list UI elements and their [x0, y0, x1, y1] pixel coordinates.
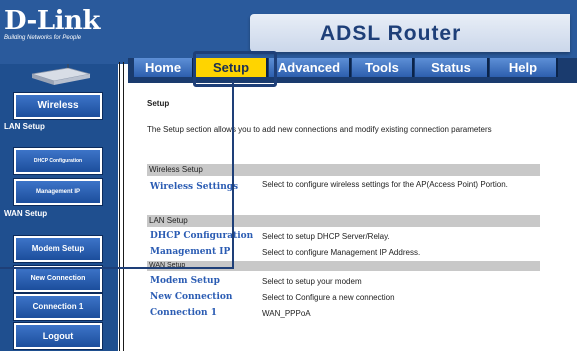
sidebar-divider — [119, 62, 120, 351]
page-title: Setup — [147, 99, 170, 108]
dlink-logo: D-Link Building Networks for People — [4, 8, 124, 48]
callout-line-horizontal — [0, 267, 234, 269]
desc-wireless-settings: Select to configure wireless settings fo… — [262, 180, 508, 189]
callout-line-vertical — [232, 81, 234, 269]
link-wireless-settings[interactable]: Wireless Settings — [150, 182, 238, 192]
sidebar-dhcp-button[interactable]: DHCP Configuration — [14, 148, 102, 174]
section-wan-setup: WAN Setup — [147, 261, 540, 271]
section-wireless-setup: Wireless Setup — [147, 164, 540, 176]
tab-home[interactable]: Home — [134, 58, 194, 77]
sidebar-management-ip-button[interactable]: Management IP — [14, 179, 102, 205]
sidebar-new-connection-button[interactable]: New Connection — [14, 266, 102, 292]
sidebar-divider-2 — [123, 62, 124, 351]
desc-management-ip: Select to configure Management IP Addres… — [262, 248, 421, 257]
link-management-ip[interactable]: Management IP — [150, 247, 230, 257]
main-content: Setup The Setup section allows you to ad… — [128, 83, 577, 351]
title-bar: ADSL Router — [250, 14, 570, 52]
sidebar-modem-setup-button[interactable]: Modem Setup — [14, 236, 102, 262]
link-dhcp-configuration[interactable]: DHCP Configuration — [150, 231, 253, 241]
sidebar: Wireless LAN Setup DHCP Configuration Ma… — [0, 64, 118, 351]
desc-dhcp-configuration: Select to setup DHCP Server/Relay. — [262, 232, 390, 241]
sidebar-lan-setup-label: LAN Setup — [4, 122, 45, 131]
tab-status[interactable]: Status — [415, 58, 489, 77]
logo-text: D-Link — [4, 6, 100, 36]
header: D-Link Building Networks for People ADSL… — [0, 0, 577, 58]
setup-tab-highlight — [193, 51, 277, 87]
sidebar-logout-button[interactable]: Logout — [14, 323, 102, 349]
desc-new-connection: Select to Configure a new connection — [262, 293, 395, 302]
section-lan-setup: LAN Setup — [147, 215, 540, 227]
tab-help[interactable]: Help — [490, 58, 558, 77]
desc-connection1: WAN_PPPoA — [262, 309, 311, 318]
router-icon — [31, 64, 91, 85]
tab-advanced[interactable]: Advanced — [269, 58, 351, 77]
sidebar-connection1-button[interactable]: Connection 1 — [14, 294, 102, 320]
product-title: ADSL Router — [320, 22, 462, 45]
link-connection1[interactable]: Connection 1 — [150, 308, 217, 318]
sidebar-wireless-button[interactable]: Wireless — [14, 93, 102, 119]
sidebar-wan-setup-label: WAN Setup — [4, 209, 48, 218]
logo-tagline: Building Networks for People — [4, 35, 82, 41]
tab-tools[interactable]: Tools — [352, 58, 414, 77]
link-modem-setup[interactable]: Modem Setup — [150, 276, 220, 286]
intro-text: The Setup section allows you to add new … — [147, 125, 492, 134]
link-new-connection[interactable]: New Connection — [150, 292, 232, 302]
desc-modem-setup: Select to setup your modem — [262, 277, 362, 286]
